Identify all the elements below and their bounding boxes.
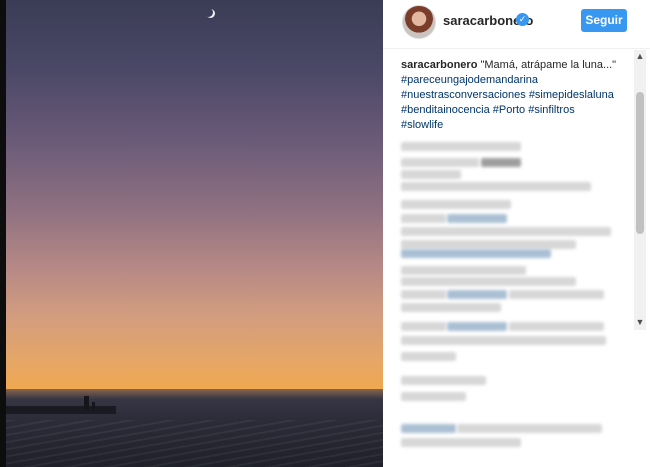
pier: [6, 406, 116, 414]
comment-line: [401, 170, 461, 179]
avatar[interactable]: [402, 5, 436, 39]
load-more-comments[interactable]: [401, 142, 521, 151]
pier-figure: [84, 396, 89, 410]
comment-line: [401, 290, 446, 299]
hashtag-link[interactable]: #nuestrasconversaciones: [401, 89, 526, 101]
comment-mention[interactable]: [401, 249, 551, 258]
comment-line: [401, 227, 611, 236]
comment-line: [401, 438, 521, 447]
comment-mention[interactable]: [447, 322, 507, 331]
hashtag-link[interactable]: #sinfiltros: [528, 104, 574, 116]
comment-line: [401, 352, 456, 361]
chevron-down-icon[interactable]: ▼: [634, 316, 646, 328]
comment-line: [401, 200, 511, 209]
chevron-up-icon[interactable]: ▲: [634, 50, 646, 62]
comment-mention[interactable]: [447, 214, 507, 223]
hashtag-link[interactable]: #simepideslaluna: [529, 89, 614, 101]
hashtag-link[interactable]: #pareceungajodemandarina: [401, 74, 538, 86]
comment-line: [401, 266, 526, 275]
post-side-panel: saracarbonero ✓ Seguir saracarbonero "Ma…: [383, 0, 650, 467]
post-header: saracarbonero ✓ Seguir: [383, 0, 650, 49]
comment-line: [401, 277, 576, 286]
comments-scrollbar[interactable]: ▲ ▼: [634, 50, 646, 330]
scrollbar-thumb[interactable]: [636, 92, 644, 234]
comment-line: [457, 424, 602, 433]
moon-icon: [204, 8, 213, 17]
comment-line: [401, 158, 479, 167]
hashtag-link[interactable]: #slowlife: [401, 119, 443, 131]
caption-author-link[interactable]: saracarbonero: [401, 59, 477, 71]
hashtag-link[interactable]: #benditainocencia: [401, 104, 490, 116]
comment-line: [509, 322, 604, 331]
comment-line: [401, 392, 466, 401]
follow-button[interactable]: Seguir: [581, 9, 627, 32]
caption: saracarbonero "Mamá, atrápame la luna...…: [401, 58, 623, 133]
comment-line: [509, 290, 604, 299]
pier-post: [92, 402, 95, 410]
comment-line: [401, 214, 446, 223]
comment-line: [401, 322, 446, 331]
comment-line: [401, 376, 486, 385]
waves: [6, 420, 383, 467]
verified-badge-icon: ✓: [516, 13, 529, 26]
comment-line: [481, 158, 521, 167]
comment-line: [401, 240, 576, 249]
comment-mention[interactable]: [401, 424, 456, 433]
post-photo[interactable]: [6, 0, 383, 467]
hashtag-link[interactable]: #Porto: [493, 104, 525, 116]
caption-text: "Mamá, atrápame la luna...": [477, 59, 617, 71]
comment-line: [401, 303, 501, 312]
comment-mention[interactable]: [447, 290, 507, 299]
comment-line: [401, 336, 606, 345]
comment-line: [401, 182, 591, 191]
